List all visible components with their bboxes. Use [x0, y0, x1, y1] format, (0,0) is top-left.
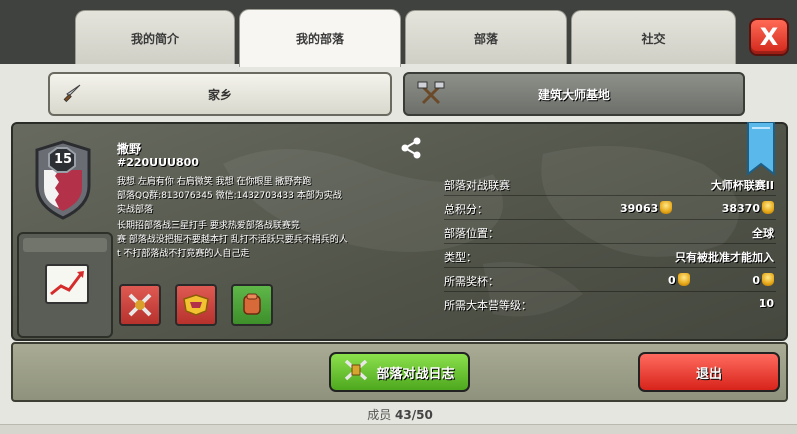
- tab-my-profile[interactable]: 我的简介: [75, 10, 235, 65]
- close-button[interactable]: X: [749, 18, 789, 56]
- hammers-icon: [417, 81, 445, 110]
- home-village-label: 家乡: [207, 87, 232, 102]
- war-swords-badge-icon[interactable]: [119, 284, 161, 326]
- clan-description-line: 长期招部落战三星打手 要求热爱部落战联赛竞: [117, 221, 300, 231]
- close-icon: X: [759, 23, 779, 51]
- clan-tag: #220UUU800: [117, 156, 199, 169]
- required-trophies-home-value: 0: [668, 274, 676, 287]
- location-row: 部落位置： 全球: [444, 222, 776, 244]
- stats-card-header: [23, 238, 107, 252]
- clan-description-line: 部落QQ群:813076345 微信:1432703433 本部为实战: [117, 191, 342, 201]
- clan-stats-card[interactable]: [17, 232, 113, 338]
- chart-icon: [45, 264, 89, 304]
- clan-badge: 15: [33, 140, 93, 220]
- points-home-value: 39063: [620, 202, 659, 215]
- trophy-icon: [660, 201, 673, 214]
- required-trophies-builder: 0: [752, 273, 774, 287]
- sword-icon: [60, 82, 84, 109]
- tab-my-clan[interactable]: 我的部落: [239, 9, 401, 67]
- points-home: 39063: [620, 201, 673, 215]
- member-count: 成员 43/50: [360, 406, 440, 423]
- required-trophies-label: 所需奖杯：: [444, 275, 499, 288]
- war-league-badge-icon[interactable]: [175, 284, 217, 326]
- points-builder: 38370: [722, 201, 774, 215]
- league-ribbon-icon: [746, 121, 776, 180]
- clan-description-line: t 不打部落战不打竞赛的人自己走: [117, 249, 250, 259]
- points-builder-value: 38370: [721, 202, 760, 215]
- war-log-label: 部落对战日志: [376, 366, 455, 382]
- trophy-icon: [762, 273, 774, 286]
- location-label: 部落位置：: [444, 227, 499, 240]
- required-townhall-row: 所需大本营等级： 10: [444, 294, 776, 315]
- leave-clan-label: 退出: [695, 366, 722, 382]
- clan-level: 15: [53, 152, 73, 167]
- tab-label: 部落: [473, 31, 498, 46]
- builder-base-tab[interactable]: 建筑大师基地: [403, 72, 745, 116]
- home-village-tab[interactable]: 家乡: [48, 72, 392, 116]
- tab-social[interactable]: 社交: [571, 10, 736, 65]
- share-icon[interactable]: [399, 136, 423, 164]
- builder-base-label: 建筑大师基地: [537, 87, 610, 102]
- tab-label: 我的简介: [130, 31, 179, 46]
- tab-label: 我的部落: [295, 32, 344, 46]
- clan-description-line: 实战部落: [117, 205, 154, 215]
- type-row: 类型： 只有被批准才能加入: [444, 246, 776, 268]
- war-league-row: 部落对战联赛 大师杯联赛II: [444, 174, 776, 196]
- points-row: 总积分： 39063 38370: [444, 198, 776, 220]
- member-count-label: 成员: [367, 408, 392, 422]
- war-league-label: 部落对战联赛: [444, 179, 510, 192]
- required-townhall-label: 所需大本营等级：: [444, 299, 532, 312]
- leave-clan-button[interactable]: 退出: [638, 352, 780, 392]
- required-trophies-row: 所需奖杯： 0 0: [444, 270, 776, 292]
- war-log-icon: [344, 359, 368, 385]
- location-value: 全球: [752, 227, 774, 240]
- required-trophies-home: 0: [668, 273, 690, 287]
- war-log-button[interactable]: 部落对战日志: [329, 352, 470, 392]
- required-trophies-builder-value: 0: [752, 274, 760, 287]
- tab-label: 社交: [641, 31, 666, 46]
- type-label: 类型：: [444, 251, 477, 264]
- trophy-icon: [762, 201, 774, 214]
- member-count-value: 43/50: [395, 408, 433, 422]
- clan-description-line: 我想 左肩有你 右肩微笑 我想 在你眼里 撒野奔跑: [117, 177, 312, 187]
- type-value: 只有被批准才能加入: [675, 251, 774, 264]
- clan-games-badge-icon[interactable]: [231, 284, 273, 326]
- tab-clans[interactable]: 部落: [405, 10, 567, 65]
- points-label: 总积分：: [444, 203, 488, 216]
- clan-description-line: 赛 部落战没把握不要越本打 乱打不活跃只要兵不捐兵的人: [117, 235, 348, 245]
- required-townhall-value: 10: [758, 297, 774, 310]
- clan-name: 撒野: [117, 142, 142, 156]
- war-league-value: 大师杯联赛II: [710, 179, 774, 192]
- trophy-icon: [677, 273, 690, 286]
